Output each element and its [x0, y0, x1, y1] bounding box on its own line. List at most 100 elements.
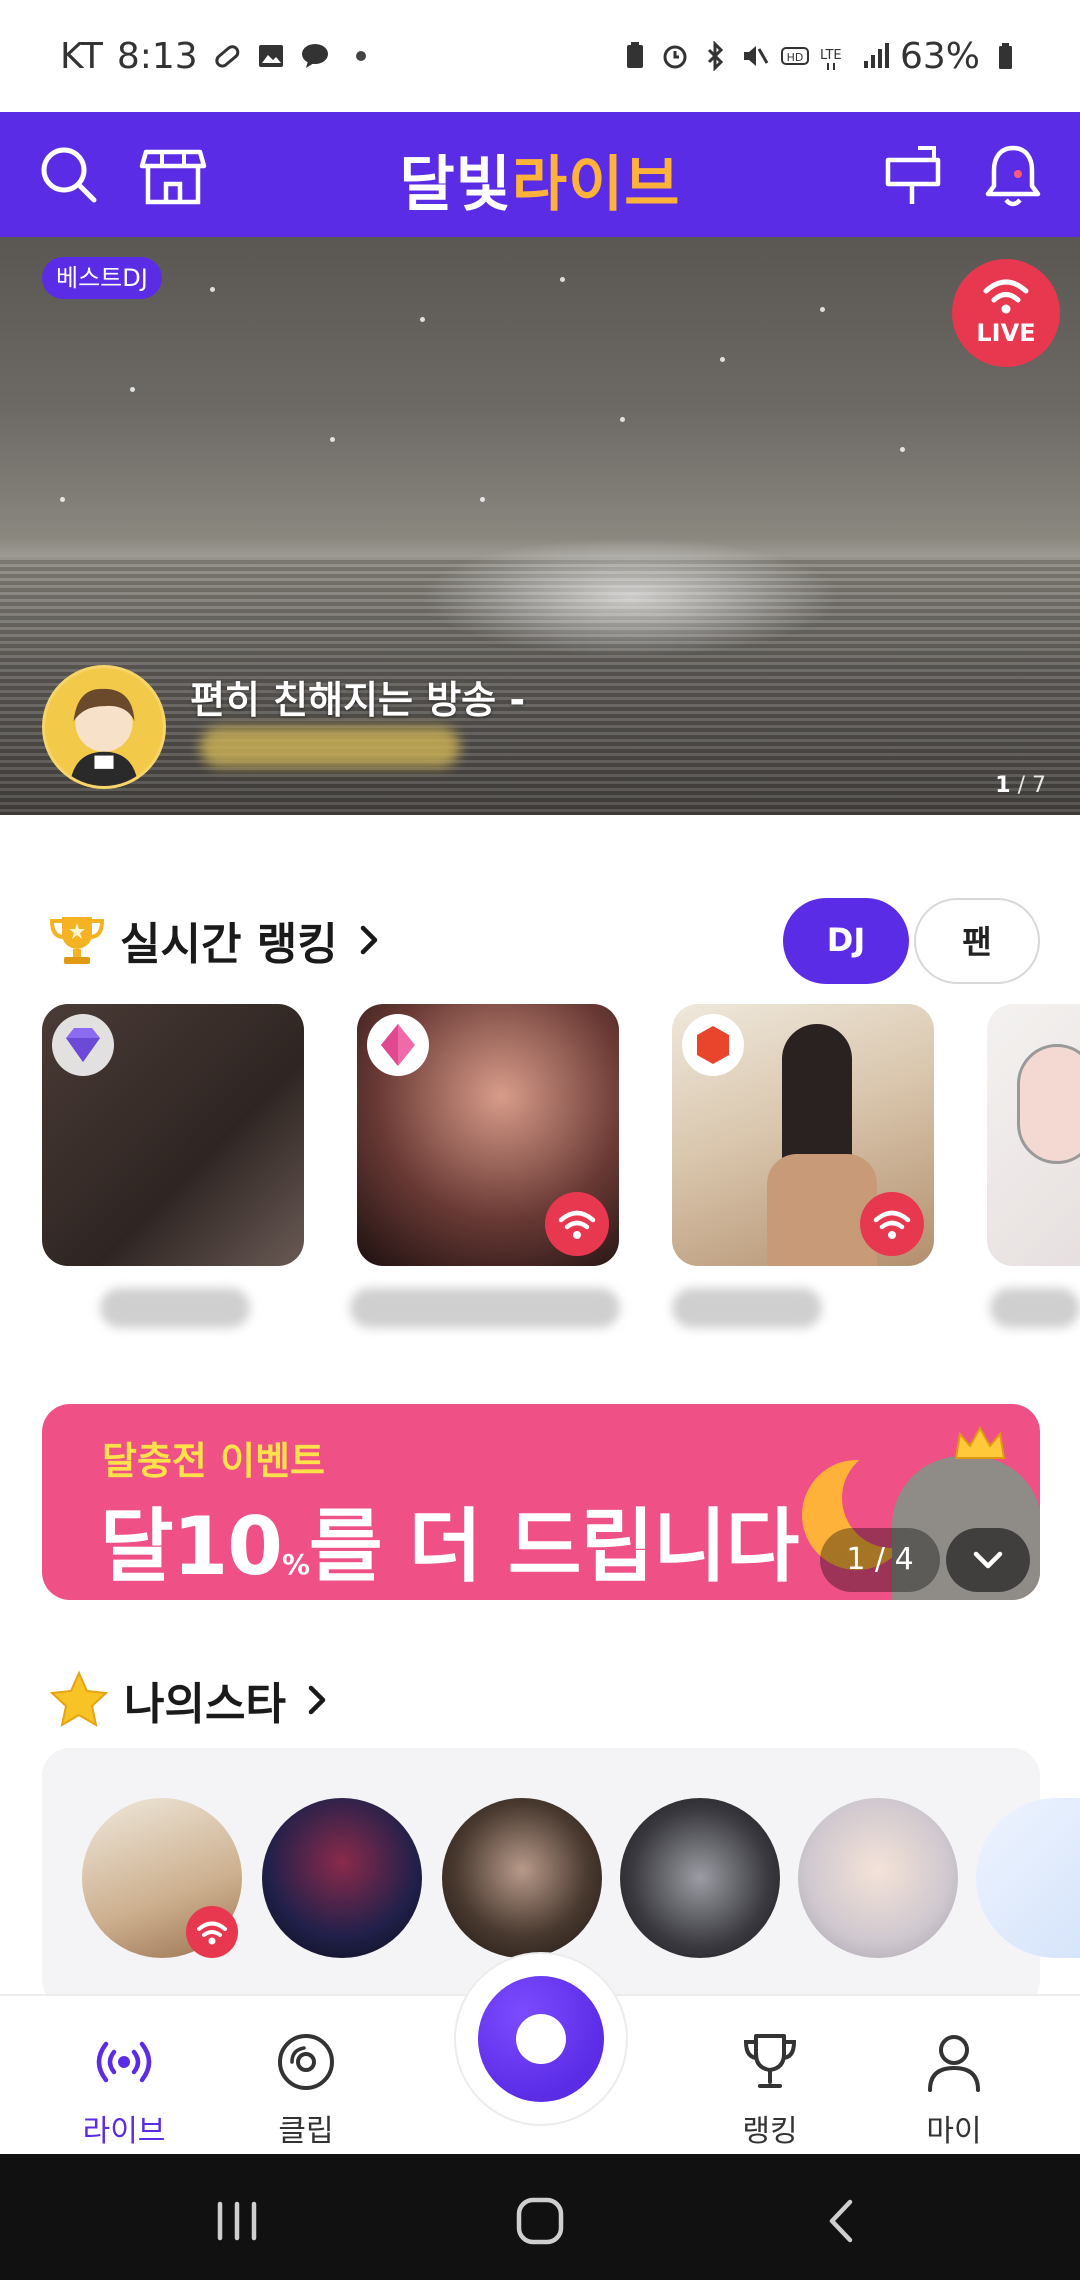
event-title-main: 달10: [100, 1500, 283, 1593]
on-air-badge: [860, 1192, 924, 1256]
logo-orange-text: 라이브: [511, 150, 681, 220]
chevron-right-icon: [360, 925, 377, 955]
nav-clip-label: 클립: [278, 2114, 334, 2149]
rank-badge: [367, 1014, 429, 1076]
event-pager: 1 / 4: [820, 1528, 940, 1592]
logo-white-text: 달빛: [399, 150, 512, 220]
trophy-icon: [49, 917, 105, 964]
notification-dot: [355, 51, 366, 61]
gallery-icon: [258, 45, 283, 67]
rank-badge: [682, 1014, 744, 1076]
wifi-live-icon: [197, 1921, 227, 1945]
trophy-outline-icon: [743, 2034, 797, 2088]
recent-apps-icon[interactable]: [210, 2194, 264, 2248]
bluetooth-icon: [707, 41, 724, 71]
battery-saver-icon: [626, 42, 643, 68]
battery-icon: [999, 43, 1012, 69]
event-subtitle: 달충전 이벤트: [102, 1439, 325, 1483]
alarm-icon: [663, 45, 687, 69]
expand-banner-button[interactable]: [946, 1528, 1030, 1592]
star-avatar-3[interactable]: [442, 1798, 602, 1958]
star-icon: [49, 1670, 109, 1728]
talk-icon: [301, 44, 328, 68]
mailbox-icon[interactable]: [878, 140, 948, 210]
broadcast-icon: [96, 2041, 152, 2083]
realtime-ranking-header[interactable]: 실시간 랭킹: [48, 908, 386, 972]
on-air-badge: [545, 1192, 609, 1256]
nav-my-label: 마이: [926, 2114, 982, 2149]
mute-icon: [743, 46, 769, 66]
start-broadcast-button[interactable]: [478, 1976, 604, 2102]
carrier-label: KT: [60, 35, 103, 77]
star-avatar-5[interactable]: [798, 1798, 958, 1958]
star-avatar-2[interactable]: [262, 1798, 422, 1958]
chevron-right-icon: [308, 1685, 326, 1715]
nav-live-label: 라이브: [82, 2114, 166, 2149]
ranking-name-1-blurred: [100, 1288, 250, 1328]
banner-glow: [420, 537, 840, 657]
live-label: LIVE: [976, 319, 1036, 347]
my-stars-header[interactable]: 나의스타: [48, 1668, 334, 1732]
lte-icon: LTE: [820, 48, 842, 70]
status-bar: KT 8:13 HD LTE 63%: [0, 0, 1080, 112]
star-avatar-4[interactable]: [620, 1798, 780, 1958]
event-title: 달10%를 더 드립니다: [100, 1482, 799, 1598]
avatar-illustration: [69, 688, 139, 786]
ranking-card-3[interactable]: [672, 1004, 934, 1266]
wifi-live-icon: [983, 279, 1029, 314]
nav-ranking-label: 랭킹: [742, 2114, 798, 2149]
app-screen: KT 8:13 HD LTE 63% 달빛라이브 베스트DJ LIVE 편히 친…: [0, 0, 1080, 2280]
on-air-badge: [186, 1906, 238, 1958]
battery-percent: 63%: [899, 35, 980, 77]
dj-nickname-blurred: [200, 727, 460, 767]
nav-ranking[interactable]: 랭킹: [670, 1996, 870, 2156]
ranking-title: 실시간 랭킹: [120, 919, 338, 970]
my-stars-title: 나의스타: [124, 1679, 286, 1730]
live-badge[interactable]: LIVE: [952, 259, 1060, 367]
chevron-down-icon: [973, 1551, 1003, 1569]
clip-icon: [278, 2034, 334, 2090]
page-total: / 7: [1017, 773, 1046, 798]
nav-live[interactable]: 라이브: [24, 1996, 224, 2156]
purple-gem-icon: [66, 1028, 100, 1062]
wifi-live-icon: [558, 1210, 596, 1239]
ranking-card-2[interactable]: [357, 1004, 619, 1266]
nav-my[interactable]: 마이: [854, 1996, 1054, 2156]
best-dj-badge: 베스트DJ: [42, 257, 162, 299]
system-navigation-bar: [0, 2154, 1080, 2280]
home-icon[interactable]: [513, 2194, 567, 2248]
card-illustration: [1017, 1044, 1080, 1164]
top-app-bar: 달빛라이브: [0, 112, 1080, 237]
notification-dot: [1014, 170, 1022, 178]
svg-text:LTE: LTE: [820, 48, 842, 63]
card-figure: [782, 1024, 852, 1174]
dj-avatar[interactable]: [42, 665, 166, 789]
tab-dj[interactable]: DJ: [783, 898, 909, 984]
tab-fan[interactable]: 팬: [914, 898, 1040, 984]
crown-icon: [954, 1425, 1006, 1459]
clock: 8:13: [116, 35, 198, 77]
ranking-card-4[interactable]: [987, 1004, 1080, 1266]
bell-icon: [985, 145, 1041, 207]
pill-icon: [214, 45, 239, 68]
page-current: 1: [995, 773, 1011, 798]
svg-text:HD: HD: [787, 51, 804, 64]
back-icon[interactable]: [816, 2194, 870, 2248]
ranking-name-4-blurred: [990, 1288, 1080, 1328]
hd-icon: HD: [780, 47, 809, 65]
person-icon: [928, 2035, 980, 2092]
ranking-name-2-blurred: [350, 1288, 620, 1328]
red-gem-icon: [697, 1026, 729, 1064]
event-title-tail: 를 더 드립니다: [309, 1500, 799, 1593]
best-dj-banner[interactable]: 베스트DJ LIVE 편히 친해지는 방송 - 1 / 7: [0, 237, 1080, 815]
rank-badge: [52, 1014, 114, 1076]
ranking-name-3-blurred: [672, 1288, 822, 1328]
nav-clip[interactable]: 클립: [206, 1996, 406, 2156]
banner-title: 편히 친해지는 방송 -: [190, 678, 526, 722]
ranking-card-1[interactable]: [42, 1004, 304, 1266]
signal-icon: [863, 43, 889, 68]
record-dot-icon: [516, 2014, 566, 2064]
event-title-unit: %: [281, 1548, 310, 1581]
notification-button[interactable]: [978, 140, 1048, 210]
wifi-live-icon: [873, 1210, 911, 1239]
